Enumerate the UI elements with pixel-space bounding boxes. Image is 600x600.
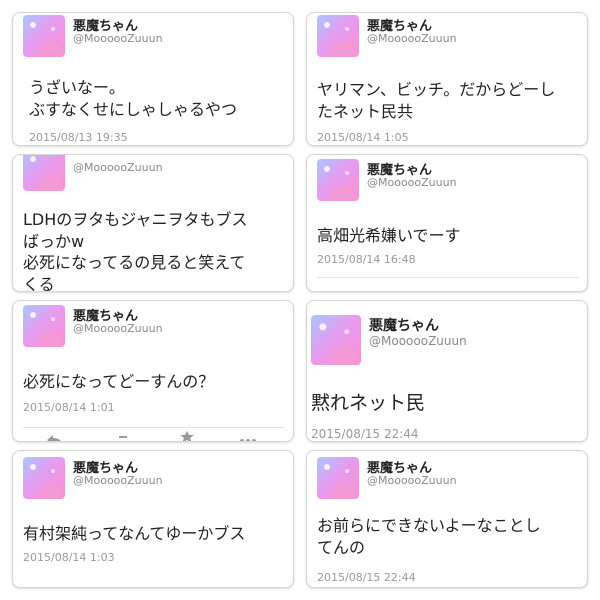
avatar[interactable]	[317, 15, 359, 57]
tweet-text: お前らにできないよーなことし てんの	[317, 516, 541, 557]
avatar-image	[317, 457, 359, 499]
tweet-card[interactable]: 悪魔ちゃん @MoooooZuuun 黙れネット民 2015/08/15 22:…	[306, 300, 588, 442]
user-handle: @MoooooZuuun	[367, 176, 457, 189]
tweet-text: ヤリマン、ビッチ。だからどーし たネット民共	[317, 80, 556, 121]
avatar[interactable]	[311, 315, 361, 365]
tweet-text: 黙れネット民	[311, 392, 426, 414]
reply-icon[interactable]	[47, 433, 63, 441]
tweet-timestamp: 2015/08/14 1:03	[23, 551, 115, 564]
avatar[interactable]	[317, 457, 359, 499]
tweet-timestamp: 2015/08/14 1:01	[23, 401, 115, 414]
user-handle: @MoooooZuuun	[369, 334, 467, 348]
avatar[interactable]	[23, 305, 65, 347]
more-icon[interactable]	[239, 433, 256, 441]
tweet-card[interactable]: 悪魔ちゃん @MoooooZuuun 有村架純ってなんてゆーかブス 2015/0…	[12, 450, 294, 588]
avatar[interactable]	[23, 457, 65, 499]
retweet-icon[interactable]	[117, 433, 133, 441]
avatar-image	[317, 159, 359, 201]
tweet-card[interactable]: 悪魔ちゃん @MoooooZuuun ヤリマン、ビッチ。だからどーし たネット民…	[306, 12, 588, 146]
tweet-timestamp: 2015/08/15 22:44	[317, 571, 416, 584]
tweet-card[interactable]: 悪魔ちゃん @MoooooZuuun 必死になってどーすんの？ 2015/08/…	[12, 300, 294, 442]
tweet-card[interactable]: 悪魔ちゃん @MoooooZuuun 高畑光希嫌いでーす 2015/08/14 …	[306, 154, 588, 292]
avatar[interactable]	[23, 15, 65, 57]
avatar-image	[23, 305, 65, 347]
action-divider	[23, 427, 285, 428]
tweet-text: LDHのヲタもジャニヲタもブス ばっかw 必死になってるの見ると笑えて くる	[23, 210, 248, 292]
user-handle: @MoooooZuuun	[73, 32, 163, 45]
tweet-collage: 悪魔ちゃん @MoooooZuuun うざいなー。 ぶすなくせにしゃしゃるやつ …	[0, 0, 600, 600]
user-handle: @MoooooZuuun	[367, 474, 457, 487]
user-handle: @MoooooZuuun	[73, 474, 163, 487]
avatar-image	[317, 15, 359, 57]
avatar[interactable]	[23, 155, 65, 191]
tweet-card[interactable]: 悪魔ちゃん @MoooooZuuun うざいなー。 ぶすなくせにしゃしゃるやつ …	[12, 12, 294, 146]
tweet-card[interactable]: 悪魔ちゃん @MoooooZuuun お前らにできないよーなことし てんの 20…	[306, 450, 588, 588]
tweet-timestamp: 2015/08/14 1:05	[317, 131, 409, 144]
user-handle: @MoooooZuuun	[73, 161, 163, 174]
user-name: 悪魔ちゃん	[369, 318, 439, 334]
tweet-text: 必死になってどーすんの？	[23, 372, 215, 391]
avatar-image	[23, 457, 65, 499]
favorite-icon[interactable]	[179, 431, 195, 441]
avatar-image	[311, 315, 361, 365]
user-handle: @MoooooZuuun	[73, 322, 163, 335]
avatar[interactable]	[317, 159, 359, 201]
tweet-card[interactable]: @MoooooZuuun LDHのヲタもジャニヲタもブス ばっかw 必死になって…	[12, 154, 294, 292]
tweet-timestamp: 2015/08/15 22:44	[311, 427, 419, 441]
action-divider	[317, 277, 579, 278]
avatar-image	[23, 155, 65, 191]
tweet-text: 有村架純ってなんてゆーかブス	[23, 524, 246, 543]
tweet-timestamp: 2015/08/13 19:35	[29, 131, 128, 144]
tweet-text: 高畑光希嫌いでーす	[317, 226, 461, 245]
tweet-text: うざいなー。 ぶすなくせにしゃしゃるやつ	[29, 78, 238, 119]
tweet-timestamp: 2015/08/14 16:48	[317, 253, 416, 266]
avatar-image	[23, 15, 65, 57]
user-handle: @MoooooZuuun	[367, 32, 457, 45]
